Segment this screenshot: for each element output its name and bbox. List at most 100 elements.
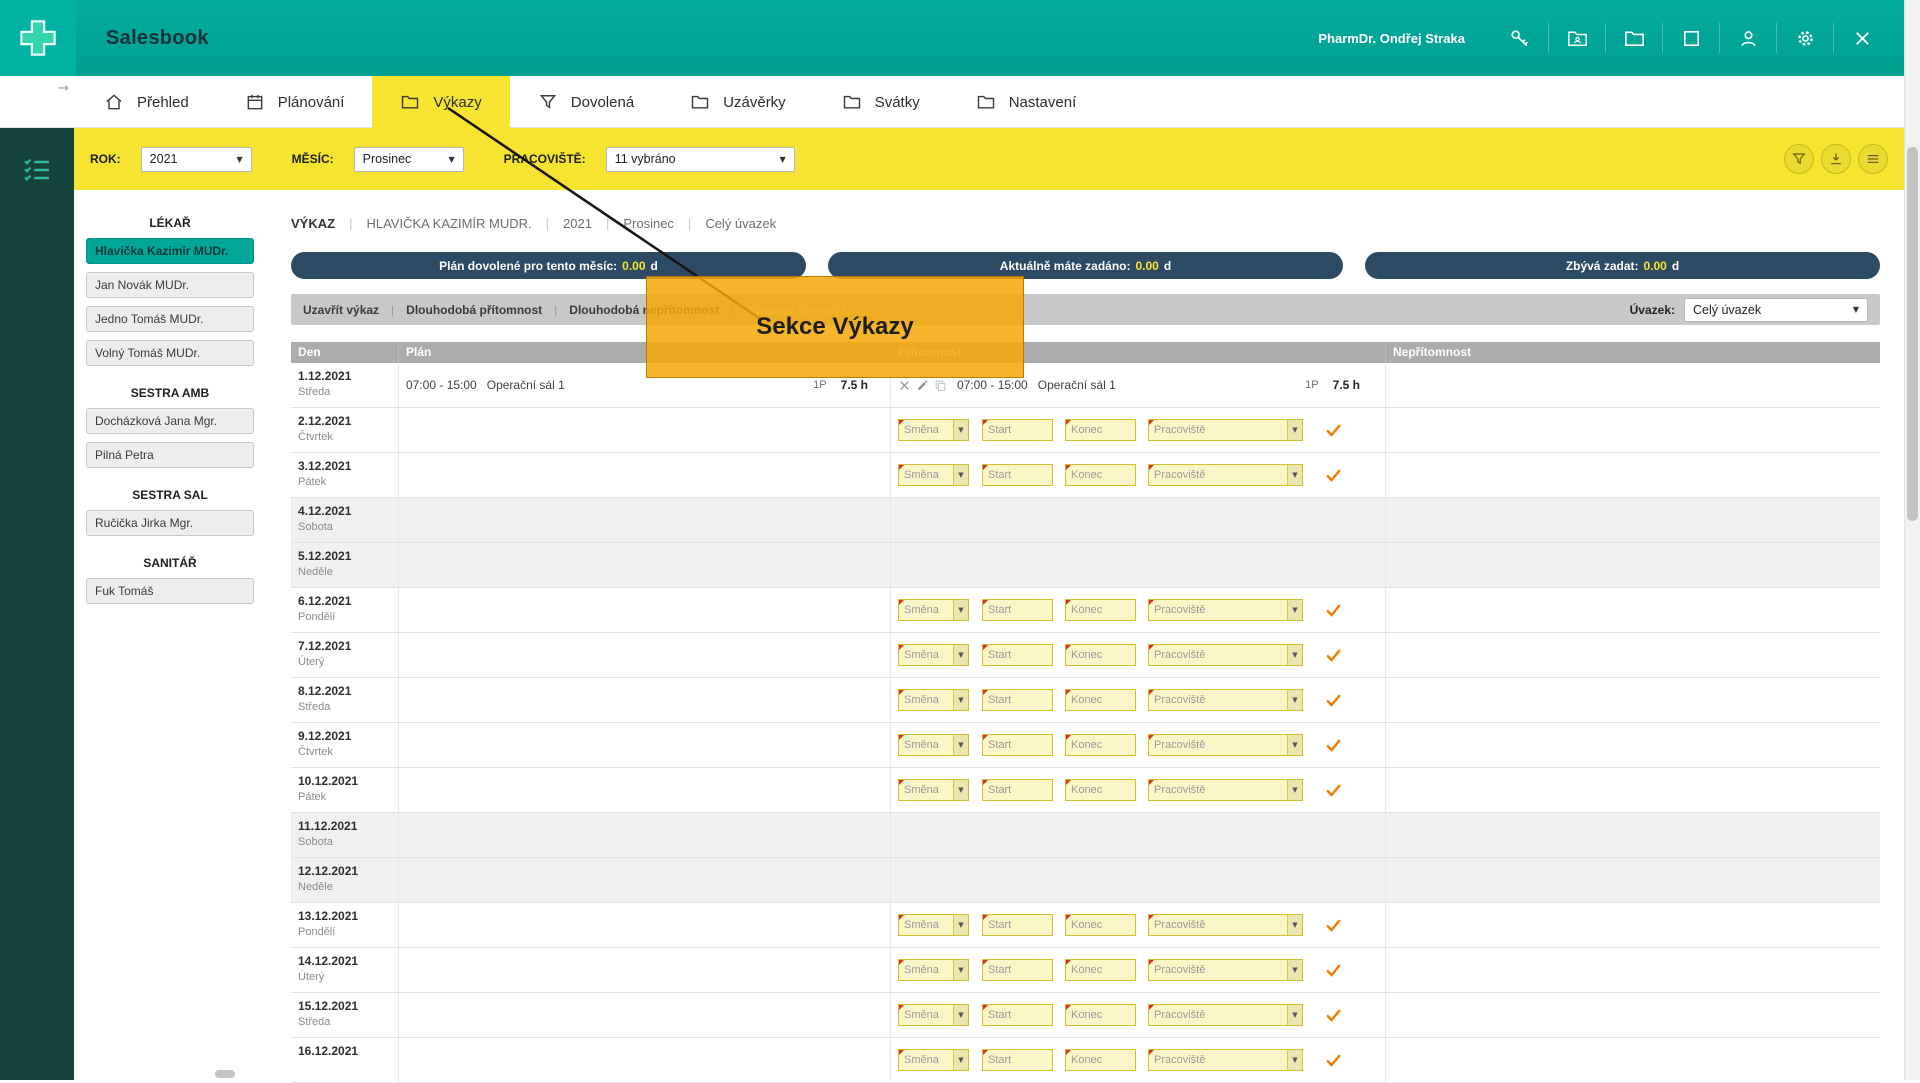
check-icon[interactable] [1325,602,1342,619]
staff-member[interactable]: Ručička Jirka Mgr. [86,510,254,536]
staff-member[interactable]: Docházková Jana Mgr. [86,408,254,434]
end-input[interactable] [1066,1005,1135,1025]
staff-member[interactable]: Jan Novák MUDr. [86,272,254,298]
folder-user-icon[interactable] [1548,23,1605,53]
check-icon[interactable] [1325,917,1342,934]
start-input[interactable] [983,1005,1052,1025]
delete-icon[interactable] [898,379,911,392]
shift-select[interactable]: Směna▼ [898,1049,969,1071]
horizontal-scrollbar-thumb[interactable] [215,1070,235,1078]
shift-select[interactable]: Směna▼ [898,1004,969,1026]
close-report-button[interactable]: Uzavřít výkaz [303,303,379,317]
breadcrumb-month: Prosinec [623,216,674,231]
shift-select[interactable]: Směna▼ [898,959,969,981]
menu-icon[interactable] [1858,144,1888,174]
download-icon[interactable] [1821,144,1851,174]
workplace-select[interactable]: Pracoviště▼ [1148,419,1303,441]
contract-select[interactable]: Celý úvazek ▼ [1684,298,1868,322]
start-input[interactable] [983,420,1052,440]
row-day-name: Pátek [298,476,398,488]
workplace-select[interactable]: Pracoviště▼ [1148,1049,1303,1071]
workplace-select[interactable]: Pracoviště▼ [1148,464,1303,486]
start-input[interactable] [983,465,1052,485]
shift-select[interactable]: Směna▼ [898,779,969,801]
shift-select[interactable]: Směna▼ [898,689,969,711]
check-icon[interactable] [1325,467,1342,484]
start-input[interactable] [983,915,1052,935]
shift-select[interactable]: Směna▼ [898,644,969,666]
table-row: 2.12.2021ČtvrtekSměna▼Pracoviště▼ [291,408,1880,453]
staff-member[interactable]: Volný Tomáš MUDr. [86,340,254,366]
shift-select[interactable]: Směna▼ [898,419,969,441]
shift-select[interactable]: Směna▼ [898,734,969,756]
start-input[interactable] [983,690,1052,710]
longterm-presence-button[interactable]: Dlouhodobá přítomnost [406,303,542,317]
staff-member[interactable]: Pilná Petra [86,442,254,468]
nav-item-planovani[interactable]: Plánování [217,76,373,128]
check-icon[interactable] [1325,647,1342,664]
copy-icon[interactable] [934,379,947,392]
workplace-select[interactable]: Pracoviště▼ [1148,959,1303,981]
shift-select[interactable]: Směna▼ [898,599,969,621]
check-icon[interactable] [1325,962,1342,979]
check-icon[interactable] [1325,1007,1342,1024]
staff-member[interactable]: Fuk Tomáš [86,578,254,604]
workplace-select[interactable]: Pracoviště▼ [1148,1004,1303,1026]
workplace-select[interactable]: Pracoviště▼ [1148,914,1303,936]
nav-item-nastaveni[interactable]: Nastavení [948,76,1105,128]
workplace-filter-select[interactable]: 11 vybráno ▼ [606,147,795,172]
app-logo[interactable] [0,0,76,76]
workplace-select[interactable]: Pracoviště▼ [1148,599,1303,621]
shift-select[interactable]: Směna▼ [898,464,969,486]
workplace-select[interactable]: Pracoviště▼ [1148,779,1303,801]
check-icon[interactable] [1325,422,1342,439]
shift-select[interactable]: Směna▼ [898,914,969,936]
year-select[interactable]: 2021 ▼ [141,147,252,172]
end-input[interactable] [1066,915,1135,935]
start-input[interactable] [983,1050,1052,1070]
nav-item-dovolena[interactable]: Dovolená [510,76,662,128]
end-input[interactable] [1066,1050,1135,1070]
row-date: 16.12.2021 [298,1044,398,1058]
workplace-select[interactable]: Pracoviště▼ [1148,689,1303,711]
end-input[interactable] [1066,420,1135,440]
end-input[interactable] [1066,645,1135,665]
staff-member[interactable]: Hlavička Kazimír MUDr. [86,238,254,264]
end-input[interactable] [1066,780,1135,800]
workplace-select[interactable]: Pracoviště▼ [1148,734,1303,756]
check-icon[interactable] [1325,1052,1342,1069]
vertical-scrollbar[interactable] [1904,0,1920,1080]
close-icon[interactable] [1833,23,1890,53]
tasklist-icon[interactable] [21,154,53,186]
end-input[interactable] [1066,690,1135,710]
vertical-scrollbar-thumb[interactable] [1907,147,1918,521]
key-icon[interactable] [1491,23,1548,53]
nav-item-uzaverky[interactable]: Uzávěrky [662,76,814,128]
end-input[interactable] [1066,600,1135,620]
nav-item-vykazy[interactable]: Výkazy [372,76,509,128]
forward-arrow-icon[interactable]: → [58,81,69,96]
start-input[interactable] [983,735,1052,755]
staff-group-header: SESTRA SAL [86,488,254,502]
check-icon[interactable] [1325,782,1342,799]
end-input[interactable] [1066,465,1135,485]
start-input[interactable] [983,780,1052,800]
nav-item-prehled[interactable]: Přehled [76,76,217,128]
staff-member[interactable]: Jedno Tomáš MUDr. [86,306,254,332]
nav-item-svatky[interactable]: Svátky [814,76,948,128]
end-input[interactable] [1066,735,1135,755]
start-input[interactable] [983,600,1052,620]
workplace-select[interactable]: Pracoviště▼ [1148,644,1303,666]
funnel-icon[interactable] [1784,144,1814,174]
month-select[interactable]: Prosinec ▼ [354,147,464,172]
user-icon[interactable] [1719,23,1776,53]
end-input[interactable] [1066,960,1135,980]
start-input[interactable] [983,645,1052,665]
check-icon[interactable] [1325,737,1342,754]
folder-icon[interactable] [1605,23,1662,53]
check-icon[interactable] [1325,692,1342,709]
start-input[interactable] [983,960,1052,980]
edit-icon[interactable] [916,379,929,392]
frame-icon[interactable] [1662,23,1719,53]
gear-icon[interactable] [1776,23,1833,53]
